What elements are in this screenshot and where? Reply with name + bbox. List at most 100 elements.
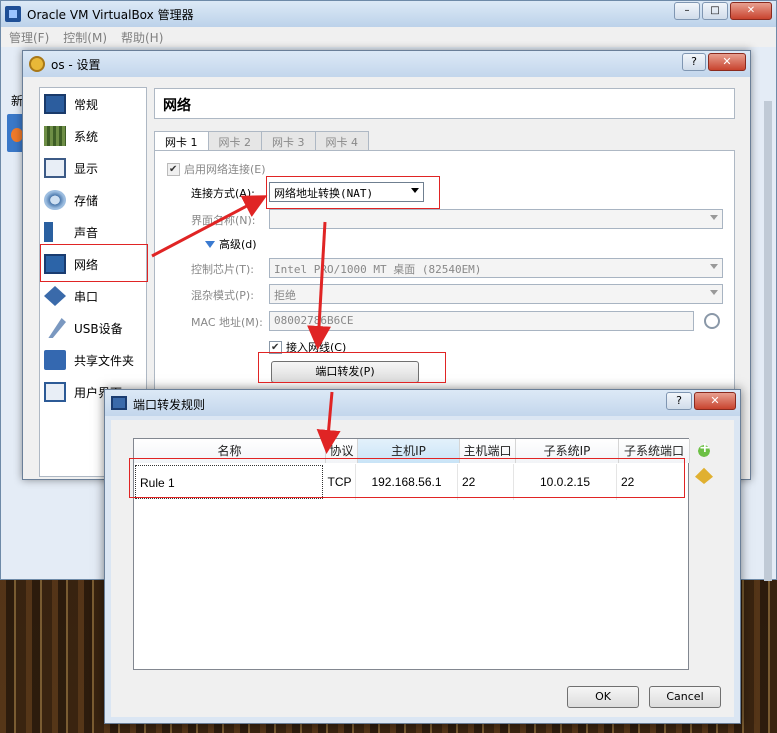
manager-window-controls: – □ ✕: [672, 2, 772, 20]
audio-icon: [44, 222, 66, 242]
category-general[interactable]: 常规: [44, 92, 144, 116]
rules-table: 名称 协议 主机IP 主机端口 子系统IP 子系统端口 Rule 1 TCP 1…: [133, 438, 690, 670]
promisc-label: 混杂模式(P):: [191, 287, 254, 303]
menu-help[interactable]: 帮助(H): [121, 29, 163, 46]
name-select[interactable]: [269, 209, 723, 229]
category-label: 串口: [74, 289, 99, 304]
category-display[interactable]: 显示: [44, 156, 144, 180]
promisc-value: 拒绝: [274, 289, 296, 302]
chevron-down-icon: [710, 290, 718, 295]
promisc-label-text: 混杂模式(P):: [191, 289, 254, 302]
maximize-button[interactable]: □: [702, 2, 728, 20]
minimize-button[interactable]: –: [674, 2, 700, 20]
rule-guest-ip-cell[interactable]: 10.0.2.15: [514, 464, 617, 500]
category-label: 网络: [74, 257, 99, 272]
port-forwarding-button[interactable]: 端口转发(P): [271, 361, 419, 383]
menu-manage[interactable]: 管理(F): [9, 29, 49, 46]
column-header-guest-port[interactable]: 子系统端口: [619, 439, 690, 463]
manager-title-bar[interactable]: Oracle VM VirtualBox 管理器 – □ ✕: [1, 1, 776, 27]
page-title: 网络: [154, 88, 735, 119]
expand-triangle-icon: [205, 240, 215, 248]
copy-rule-icon[interactable]: [695, 467, 713, 484]
virtualbox-icon: [5, 6, 21, 22]
column-header-name[interactable]: 名称: [134, 439, 326, 463]
manager-scrollbar[interactable]: [764, 101, 772, 581]
name-label-text: 界面名称(N):: [191, 214, 256, 227]
cancel-button[interactable]: Cancel: [649, 686, 721, 708]
name-label: 界面名称(N):: [191, 212, 256, 228]
enable-adapter-checkbox[interactable]: [167, 162, 180, 176]
category-label: 常规: [74, 97, 99, 112]
adapter-type-label: 控制芯片(T):: [191, 261, 254, 277]
category-usb[interactable]: USB设备: [44, 316, 144, 340]
tab-adapter-2[interactable]: 网卡 2: [207, 131, 262, 151]
promisc-select[interactable]: 拒绝: [269, 284, 723, 304]
cable-connected-row: 接入网线(C): [269, 339, 346, 355]
rule-host-port-cell[interactable]: 22: [458, 464, 514, 500]
adapter-tabs: 网卡 1 网卡 2 网卡 3 网卡 4: [154, 131, 369, 152]
tab-adapter-3[interactable]: 网卡 3: [261, 131, 316, 151]
add-rule-icon[interactable]: [695, 440, 713, 460]
adapter-type-select[interactable]: Intel PRO/1000 MT 桌面 (82540EM): [269, 258, 723, 278]
ok-button[interactable]: OK: [567, 686, 639, 708]
category-label: 存储: [74, 193, 99, 208]
settings-title-bar[interactable]: os - 设置 ? ✕: [23, 51, 750, 77]
mac-input[interactable]: 08002786B6CE: [269, 311, 694, 331]
port-forwarding-title: 端口转发规则: [133, 398, 206, 412]
column-header-host-port[interactable]: 主机端口: [460, 439, 516, 463]
category-shared-folders[interactable]: 共享文件夹: [44, 348, 144, 372]
column-header-protocol[interactable]: 协议: [326, 439, 358, 463]
rules-table-header: 名称 协议 主机IP 主机端口 子系统IP 子系统端口: [134, 439, 690, 463]
settings-title: os - 设置: [51, 58, 101, 72]
manager-title: Oracle VM VirtualBox 管理器: [27, 8, 194, 22]
menu-control[interactable]: 控制(M): [63, 29, 107, 46]
gear-icon: [29, 56, 45, 72]
cable-connected-checkbox[interactable]: [269, 340, 282, 354]
network-icon: [111, 396, 127, 410]
table-row[interactable]: Rule 1 TCP 192.168.56.1 22 10.0.2.15 22: [134, 464, 690, 500]
category-storage[interactable]: 存储: [44, 188, 144, 212]
close-button[interactable]: ✕: [708, 53, 746, 71]
tab-adapter-1[interactable]: 网卡 1: [154, 131, 209, 152]
category-label: 系统: [74, 129, 99, 144]
category-label: 显示: [74, 161, 99, 176]
enable-adapter-label: 启用网络连接(E): [184, 163, 266, 176]
network-icon: [44, 254, 66, 274]
category-network[interactable]: 网络: [44, 252, 144, 276]
port-forwarding-body: 名称 协议 主机IP 主机端口 子系统IP 子系统端口 Rule 1 TCP 1…: [111, 420, 734, 717]
advanced-toggle[interactable]: 高级(d): [205, 236, 257, 252]
rule-guest-port-cell[interactable]: 22: [617, 464, 688, 500]
rule-name-cell[interactable]: Rule 1: [135, 465, 323, 499]
tab-adapter-4[interactable]: 网卡 4: [314, 131, 369, 151]
refresh-mac-icon[interactable]: [704, 313, 720, 329]
port-forwarding-dialog: 端口转发规则 ? ✕ 名称 协议 主机IP 主机端口 子系统IP 子系统端口 R…: [104, 389, 741, 724]
mac-value: 08002786B6CE: [274, 314, 354, 327]
chevron-down-icon: [710, 215, 718, 220]
column-header-guest-ip[interactable]: 子系统IP: [516, 439, 619, 463]
chevron-down-icon: [411, 188, 419, 193]
category-serial-ports[interactable]: 串口: [44, 284, 144, 308]
category-label: 声音: [74, 225, 99, 240]
category-label: USB设备: [74, 321, 123, 336]
help-button[interactable]: ?: [666, 392, 692, 410]
close-button[interactable]: ✕: [730, 2, 772, 20]
chevron-down-icon: [710, 264, 718, 269]
category-system[interactable]: 系统: [44, 124, 144, 148]
usb-icon: [48, 318, 66, 338]
storage-icon: [44, 190, 66, 210]
close-button[interactable]: ✕: [694, 392, 736, 410]
mac-label-text: MAC 地址(M):: [191, 316, 263, 329]
category-label: 共享文件夹: [74, 353, 135, 368]
manager-menu-bar: 管理(F) 控制(M) 帮助(H): [1, 27, 776, 47]
column-header-host-ip[interactable]: 主机IP: [358, 439, 460, 463]
rule-protocol-cell[interactable]: TCP: [324, 464, 356, 500]
attached-to-text: 连接方式(A):: [191, 187, 255, 200]
port-forwarding-title-bar[interactable]: 端口转发规则 ? ✕: [105, 390, 740, 416]
attached-to-value: 网络地址转换(NAT): [274, 187, 374, 200]
help-button[interactable]: ?: [682, 53, 706, 71]
category-audio[interactable]: 声音: [44, 220, 144, 244]
rule-host-ip-cell[interactable]: 192.168.56.1: [356, 464, 458, 500]
adapter-type-label-text: 控制芯片(T):: [191, 263, 255, 276]
attached-to-label: 连接方式(A):: [191, 185, 255, 201]
attached-to-select[interactable]: 网络地址转换(NAT): [269, 182, 424, 202]
